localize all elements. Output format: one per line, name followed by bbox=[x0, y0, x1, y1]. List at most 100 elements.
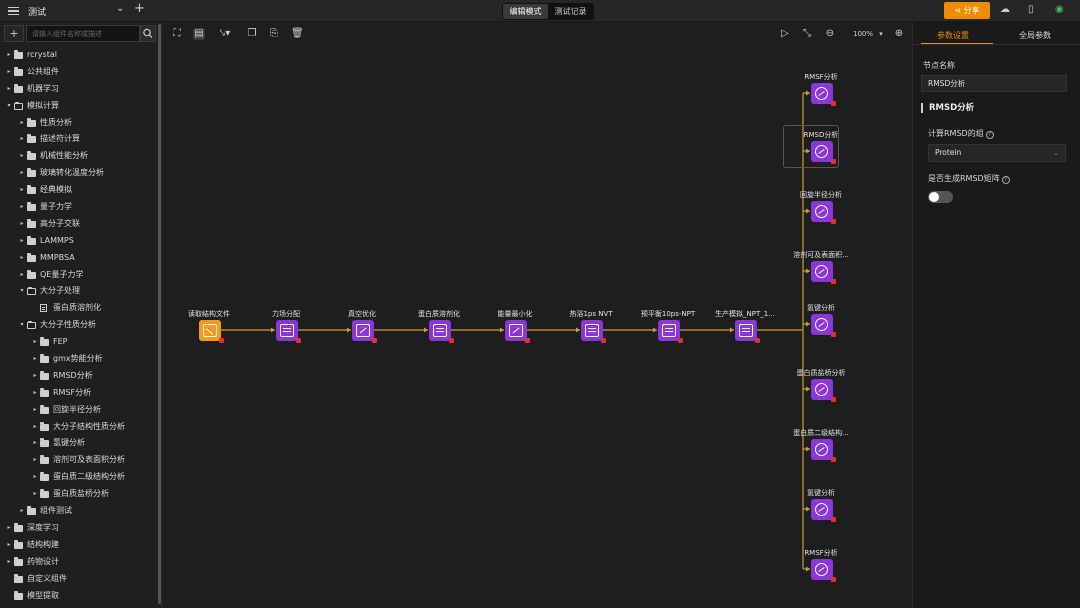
caret-down-icon[interactable]: ▾ bbox=[18, 317, 26, 334]
node-name-input[interactable]: RMSD分析 bbox=[921, 75, 1067, 92]
tree-item[interactable]: ▾ 大分子处理 bbox=[0, 283, 158, 300]
tree-item[interactable]: ▸ 公共组件 bbox=[0, 64, 158, 81]
tree-item[interactable]: ▸ RMSD分析 bbox=[0, 368, 158, 385]
tree-item[interactable]: ▸ QE量子力学 bbox=[0, 267, 158, 284]
tab-global-params[interactable]: 全局参数 bbox=[1019, 30, 1051, 41]
search-button[interactable] bbox=[140, 25, 156, 42]
caret-right-icon[interactable]: ▸ bbox=[18, 199, 26, 216]
node-box[interactable] bbox=[735, 320, 760, 343]
tree-item[interactable]: ▸ 药物设计 bbox=[0, 554, 158, 571]
node-box[interactable] bbox=[505, 320, 530, 343]
caret-down-icon[interactable]: ▾ bbox=[5, 98, 13, 115]
group-select[interactable]: Protein ⌄ bbox=[928, 144, 1066, 162]
node-box[interactable] bbox=[811, 559, 836, 582]
tree-item[interactable]: ▸ 玻璃转化温度分析 bbox=[0, 165, 158, 182]
caret-right-icon[interactable]: ▸ bbox=[31, 435, 39, 452]
add-project-icon[interactable]: + bbox=[134, 1, 145, 16]
help-icon[interactable]: ? bbox=[985, 131, 994, 139]
tree-item[interactable]: 模型提取 bbox=[0, 588, 158, 605]
tab-test-records[interactable]: 测试记录 bbox=[548, 4, 593, 19]
tree-item[interactable]: ▾ 模拟计算 bbox=[0, 98, 158, 115]
node-box[interactable] bbox=[811, 499, 836, 522]
caret-right-icon[interactable]: ▸ bbox=[31, 419, 39, 436]
check-circle-icon[interactable]: ◉ bbox=[1055, 4, 1064, 15]
caret-right-icon[interactable]: ▸ bbox=[18, 131, 26, 148]
caret-right-icon[interactable]: ▸ bbox=[31, 334, 39, 351]
tree-item[interactable]: ▸ 蛋白质盐桥分析 bbox=[0, 486, 158, 503]
node-box[interactable] bbox=[811, 439, 836, 462]
caret-right-icon[interactable]: ▸ bbox=[31, 452, 39, 469]
share-button[interactable]: ⋖ 分享 bbox=[944, 2, 990, 19]
caret-right-icon[interactable]: ▸ bbox=[18, 216, 26, 233]
caret-right-icon[interactable]: ▸ bbox=[18, 115, 26, 132]
tree-item[interactable]: ▸ 机器学习 bbox=[0, 81, 158, 98]
tree-item[interactable]: ▸ 机械性能分析 bbox=[0, 148, 158, 165]
tree-item[interactable]: ▸ 高分子交联 bbox=[0, 216, 158, 233]
cloud-icon[interactable]: ☁ bbox=[1000, 4, 1010, 15]
caret-right-icon[interactable]: ▸ bbox=[31, 469, 39, 486]
tree-item[interactable]: ▸ MMPBSA bbox=[0, 250, 158, 267]
matrix-toggle[interactable] bbox=[928, 191, 953, 203]
caret-right-icon[interactable]: ▸ bbox=[31, 486, 39, 503]
tree-item[interactable]: ▸ 回旋半径分析 bbox=[0, 402, 158, 419]
chevron-down-icon[interactable]: ⌄ bbox=[116, 3, 124, 14]
tree-item[interactable]: ▸ rcrystal bbox=[0, 47, 158, 64]
caret-right-icon[interactable]: ▸ bbox=[18, 250, 26, 267]
node-box[interactable] bbox=[811, 201, 836, 224]
node-box[interactable] bbox=[276, 320, 301, 343]
node-box[interactable] bbox=[811, 83, 836, 106]
tree-item[interactable]: 自定义组件 bbox=[0, 571, 158, 588]
tree-item[interactable]: ▸ 深度学习 bbox=[0, 520, 158, 537]
tree-item[interactable]: ▸ 量子力学 bbox=[0, 199, 158, 216]
tab-params[interactable]: 参数设置 bbox=[937, 30, 969, 41]
tree-item[interactable]: ▸ 描述符计算 bbox=[0, 131, 158, 148]
tree-item[interactable]: ▸ LAMMPS bbox=[0, 233, 158, 250]
node-box[interactable] bbox=[811, 261, 836, 284]
node-box[interactable] bbox=[429, 320, 454, 343]
node-box[interactable] bbox=[199, 320, 224, 343]
caret-right-icon[interactable]: ▸ bbox=[18, 148, 26, 165]
menu-icon[interactable] bbox=[8, 5, 19, 16]
help-icon[interactable]: ? bbox=[1001, 176, 1010, 184]
tree-item[interactable]: 蛋白质溶剂化 bbox=[0, 300, 158, 317]
caret-right-icon[interactable]: ▸ bbox=[31, 402, 39, 419]
tree-item[interactable]: ▸ 蛋白质二级结构分析 bbox=[0, 469, 158, 486]
tree-item[interactable]: ▸ 氢键分析 bbox=[0, 435, 158, 452]
tree-item[interactable]: ▸ 组件测试 bbox=[0, 503, 158, 520]
tree-item[interactable]: ▸ 性质分析 bbox=[0, 115, 158, 132]
caret-right-icon[interactable]: ▸ bbox=[18, 233, 26, 250]
caret-right-icon[interactable]: ▸ bbox=[5, 81, 13, 98]
node-box[interactable] bbox=[658, 320, 683, 343]
caret-right-icon[interactable]: ▸ bbox=[18, 165, 26, 182]
caret-right-icon[interactable]: ▸ bbox=[5, 64, 13, 81]
tree-item[interactable]: ▸ 经典模拟 bbox=[0, 182, 158, 199]
tree-item[interactable]: ▸ gmx势能分析 bbox=[0, 351, 158, 368]
document-icon[interactable]: ▯ bbox=[1028, 4, 1034, 15]
caret-right-icon[interactable]: ▸ bbox=[31, 351, 39, 368]
tree-item[interactable]: ▸ 大分子结构性质分析 bbox=[0, 419, 158, 436]
caret-right-icon[interactable]: ▸ bbox=[18, 267, 26, 284]
caret-down-icon[interactable]: ▾ bbox=[18, 283, 26, 300]
caret-right-icon[interactable]: ▸ bbox=[5, 47, 13, 64]
caret-right-icon[interactable]: ▸ bbox=[31, 368, 39, 385]
caret-right-icon[interactable]: ▸ bbox=[5, 554, 13, 571]
node-box[interactable] bbox=[811, 314, 836, 337]
tab-edit-mode[interactable]: 编辑模式 bbox=[503, 4, 548, 19]
node-box[interactable] bbox=[811, 141, 836, 164]
node-box[interactable] bbox=[811, 379, 836, 402]
tree-item[interactable]: ▸ RMSF分析 bbox=[0, 385, 158, 402]
tree-item[interactable]: ▾ 大分子性质分析 bbox=[0, 317, 158, 334]
caret-right-icon[interactable]: ▸ bbox=[5, 520, 13, 537]
tree-item[interactable]: ▸ FEP bbox=[0, 334, 158, 351]
caret-right-icon[interactable]: ▸ bbox=[31, 385, 39, 402]
workflow-canvas[interactable]: ⛶ ▤ ⤥▾ ❐ ⎘ 🗑 ▷ ⤡ ⊖ 100% ▾ ⊕ 读取结构文件 力场分配 真空… bbox=[163, 22, 912, 608]
node-box[interactable] bbox=[581, 320, 606, 343]
component-search-input[interactable] bbox=[26, 25, 140, 42]
caret-right-icon[interactable]: ▸ bbox=[5, 537, 13, 554]
node-box[interactable] bbox=[352, 320, 377, 343]
tree-item[interactable]: ▸ 结构构建 bbox=[0, 537, 158, 554]
caret-right-icon[interactable]: ▸ bbox=[18, 503, 26, 520]
add-component-button[interactable]: + bbox=[4, 25, 24, 42]
tree-item[interactable]: ▸ 溶剂可及表面积分析 bbox=[0, 452, 158, 469]
caret-right-icon[interactable]: ▸ bbox=[18, 182, 26, 199]
